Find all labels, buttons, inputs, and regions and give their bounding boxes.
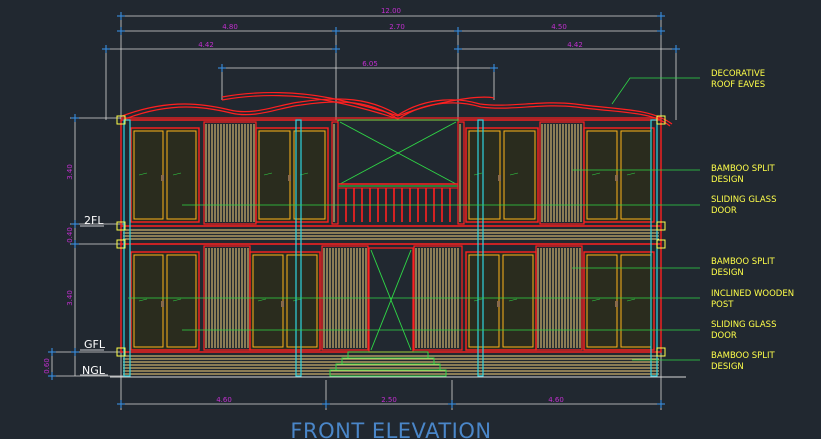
note-bamboo-upper-2: DESIGN [711, 175, 744, 185]
note-glass-lower-2: DOOR [711, 331, 737, 341]
note-glass-lower-1: SLIDING GLASS [711, 320, 776, 330]
dim-bottom-mid: 2.50 [381, 396, 397, 404]
note-bamboo-mid-1: BAMBOO SPLIT [711, 257, 776, 267]
note-glass-upper-1: SLIDING GLASS [711, 195, 776, 205]
dim-top-mid: 2.70 [389, 23, 405, 31]
note-bamboo-lower-1: BAMBOO SPLIT [711, 351, 776, 361]
dim-v-plinth: 0.60 [43, 358, 51, 374]
cad-drawing: 12.00 4.80 2.70 4.50 4.42 4.42 6.05 4.60… [0, 0, 821, 439]
note-bamboo-lower-2: DESIGN [711, 362, 744, 372]
glass-door [249, 251, 321, 351]
dim-top-right: 4.50 [551, 23, 567, 31]
note-roof-eaves-1: DECORATIVE [711, 69, 765, 79]
level-ngl: NGL [82, 364, 106, 377]
dim-top-left: 4.80 [222, 23, 238, 31]
bamboo-band [123, 355, 659, 375]
note-wooden-post-2: POST [711, 300, 734, 310]
dim-v-lower: 3.40 [66, 290, 74, 306]
glass-door [130, 127, 200, 223]
dim-v-upper: 3.40 [66, 164, 74, 180]
level-gfl: GFL [84, 338, 106, 351]
dim-second-right: 4.42 [567, 41, 583, 49]
glass-door [130, 251, 200, 351]
level-2fl: 2FL [84, 214, 104, 227]
glass-door [255, 127, 329, 223]
note-roof-eaves-2: ROOF EAVES [711, 80, 765, 90]
glass-door [583, 251, 655, 351]
glass-door [583, 127, 655, 223]
note-bamboo-upper-1: BAMBOO SPLIT [711, 164, 776, 174]
dim-third-mid: 6.05 [362, 60, 378, 68]
dim-second-left: 4.42 [198, 41, 214, 49]
dim-v-floor: 0.40 [66, 227, 74, 243]
glass-door [465, 251, 537, 351]
glass-door [465, 127, 539, 223]
bamboo-panel [203, 121, 257, 225]
dim-bottom-left: 4.60 [216, 396, 232, 404]
note-bamboo-mid-2: DESIGN [711, 268, 744, 278]
drawing-title: FRONT ELEVATION [290, 419, 491, 439]
note-wooden-post-1: INCLINED WOODEN [711, 289, 794, 299]
dim-top-overall: 12.00 [381, 7, 401, 15]
note-glass-upper-2: DOOR [711, 206, 737, 216]
dim-bottom-right: 4.60 [548, 396, 564, 404]
